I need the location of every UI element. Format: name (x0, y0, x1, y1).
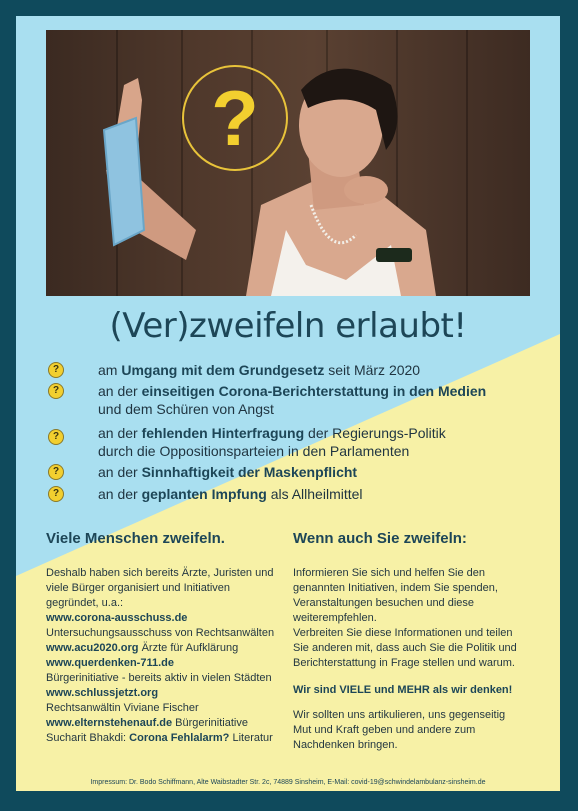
literature-line: Sucharit Bhakdi: Corona Fehlalarm? Liter… (46, 732, 273, 744)
link-elternstehenauf[interactable]: www.elternstehenauf.de (46, 717, 172, 729)
flyer-panel: ? (Ver)zweifeln erlaubt! ? am Umgang mit… (16, 16, 560, 791)
question-bullet-icon: ? (48, 486, 64, 502)
question-bullet-icon: ? (48, 429, 64, 445)
woman-with-mask-photo: ? (46, 30, 530, 296)
left-intro: Deshalb haben sich bereits Ärzte, Jurist… (46, 567, 274, 609)
link-line: www.acu2020.org Ärzte für Aufklärung (46, 642, 239, 654)
link-line: www.elternstehenauf.de Bürgerinitiative (46, 717, 248, 729)
link-description: Rechtsanwältin Viviane Fischer (46, 702, 199, 714)
question-bullet-icon: ? (48, 362, 64, 378)
link-description: Untersuchungsausschuss von Rechtsanwälte… (46, 627, 275, 639)
link-schlussjetzt[interactable]: www.schlussjetzt.org (46, 686, 286, 701)
list-item: ? an der geplanten Impfung als Allheilmi… (42, 485, 542, 503)
right-text: Informieren Sie sich und helfen Sie den g… (293, 567, 517, 669)
doubt-list: ? am Umgang mit dem Grundgesetz seit Mär… (42, 361, 542, 503)
list-item: ? an der fehlenden Hinterfragung der Reg… (42, 421, 542, 460)
question-mark-icon: ? (182, 65, 288, 171)
link-querdenken[interactable]: www.querdenken-711.de (46, 656, 286, 671)
right-heading: Wenn auch Sie zweifeln: (293, 530, 467, 547)
link-corona-ausschuss[interactable]: www.corona-ausschuss.de (46, 611, 286, 626)
left-heading: Viele Menschen zweifeln. (46, 530, 225, 547)
imprint: Impressum: Dr. Bodo Schiffmann, Alte Wai… (90, 779, 486, 786)
emphasis-line: Wir sind VIELE und MEHR als wir denken! (293, 684, 513, 696)
headline: (Ver)zweifeln erlaubt! (109, 306, 467, 346)
left-column: Viele Menschen zweifeln. Deshalb haben s… (46, 531, 286, 746)
link-acu2020[interactable]: www.acu2020.org (46, 642, 139, 654)
question-bullet-icon: ? (48, 383, 64, 399)
list-item: ? an der einseitigen Corona-Berichtersta… (42, 382, 542, 418)
link-description: Bürgerinitiative - bereits aktiv in viel… (46, 672, 272, 684)
question-bullet-icon: ? (48, 464, 64, 480)
right-closing: Wir sollten uns artikulieren, uns gegens… (293, 709, 506, 751)
list-item: ? an der Sinnhaftigkeit der Maskenpflich… (42, 463, 542, 481)
woman-illustration (102, 68, 436, 296)
list-item: ? am Umgang mit dem Grundgesetz seit Mär… (42, 361, 542, 379)
right-column: Wenn auch Sie zweifeln: Informieren Sie … (293, 531, 533, 753)
